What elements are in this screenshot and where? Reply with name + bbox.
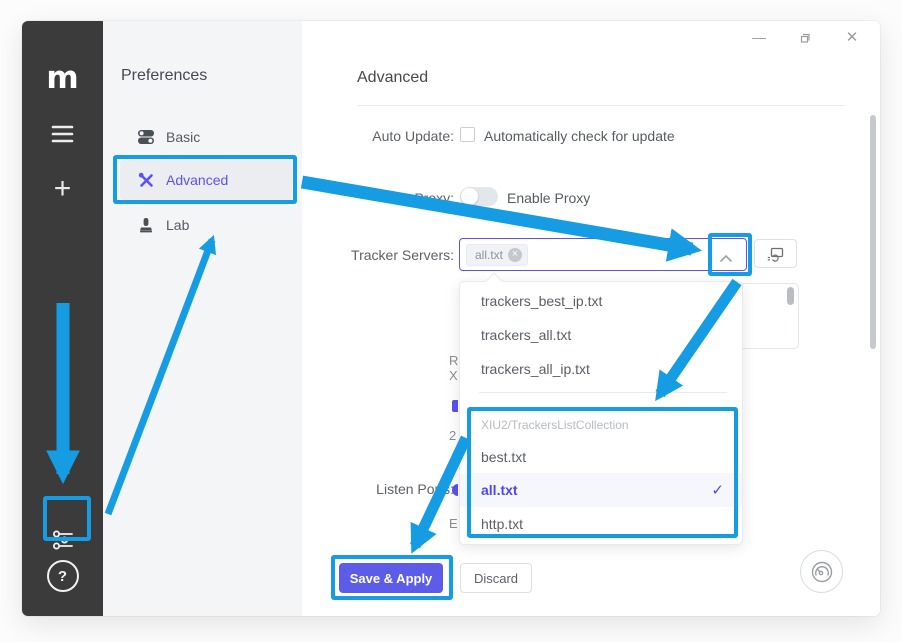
dropdown-divider (479, 392, 727, 393)
restore-button[interactable] (790, 27, 820, 47)
preferences-nav: Preferences Basic (103, 21, 302, 616)
clipped-text-fragment: X (449, 368, 458, 383)
nav-item-lab[interactable]: Lab (120, 204, 292, 245)
task-list-icon[interactable] (22, 123, 103, 145)
speed-limit-fab[interactable] (800, 550, 843, 593)
tag-close-icon[interactable]: × (508, 248, 522, 262)
annotation-box-advanced (113, 155, 297, 204)
proxy-label: Proxy: (302, 190, 454, 206)
title-divider (357, 105, 844, 106)
clipped-text-fragment: 2 (449, 428, 456, 443)
auto-update-checkbox-label[interactable]: Automatically check for update (484, 128, 675, 144)
sync-tracker-list-button[interactable] (754, 239, 797, 268)
help-button[interactable]: ? (22, 560, 103, 592)
dropdown-option[interactable]: trackers_all.txt (460, 318, 742, 352)
textarea-scrollbar[interactable] (787, 287, 794, 305)
page-title: Advanced (357, 69, 428, 87)
clipped-text-fragment: E (449, 516, 458, 531)
close-button[interactable]: ✕ (837, 27, 867, 47)
proxy-toggle-label: Enable Proxy (507, 190, 590, 206)
basic-toggles-icon (137, 128, 155, 146)
add-task-icon[interactable]: + (22, 173, 103, 205)
clipped-text-fragment: R (449, 353, 458, 368)
annotation-box-chevron (708, 233, 752, 276)
nav-item-label: Basic (166, 129, 200, 145)
tracker-select[interactable]: all.txt × (459, 238, 747, 271)
motrix-logo: m (22, 61, 103, 95)
clipped-checkbox-fragment (452, 400, 458, 412)
tag-label: all.txt (475, 248, 503, 262)
main-scrollbar[interactable] (870, 115, 876, 349)
toggle-knob (461, 188, 478, 205)
speedometer-icon (809, 559, 835, 585)
auto-update-checkbox[interactable] (460, 127, 475, 142)
nav-item-label: Lab (166, 217, 189, 233)
dropdown-option[interactable]: trackers_all_ip.txt (460, 352, 742, 386)
discard-button[interactable]: Discard (460, 563, 532, 593)
annotation-box-sliders (43, 496, 91, 541)
sync-icon (767, 246, 785, 262)
annotation-box-xiu2-group (467, 407, 738, 538)
dropdown-option[interactable]: trackers_best_ip.txt (460, 284, 742, 318)
motrix-preferences-window: m + ? (22, 21, 880, 616)
tracker-servers-label: Tracker Servers: (302, 247, 454, 263)
selected-tag: all.txt × (466, 244, 528, 266)
lab-icon (137, 216, 155, 234)
annotation-box-save (331, 555, 453, 600)
listen-ports-label: Listen Ports: (302, 481, 454, 497)
question-mark-icon: ? (47, 560, 79, 592)
proxy-toggle[interactable] (460, 187, 498, 206)
auto-update-label: Auto Update: (302, 128, 454, 144)
minimize-button[interactable]: — (744, 27, 774, 47)
nav-item-basic[interactable]: Basic (120, 116, 292, 157)
preferences-title: Preferences (121, 67, 207, 85)
app-screenshot: m + ? (0, 0, 902, 642)
